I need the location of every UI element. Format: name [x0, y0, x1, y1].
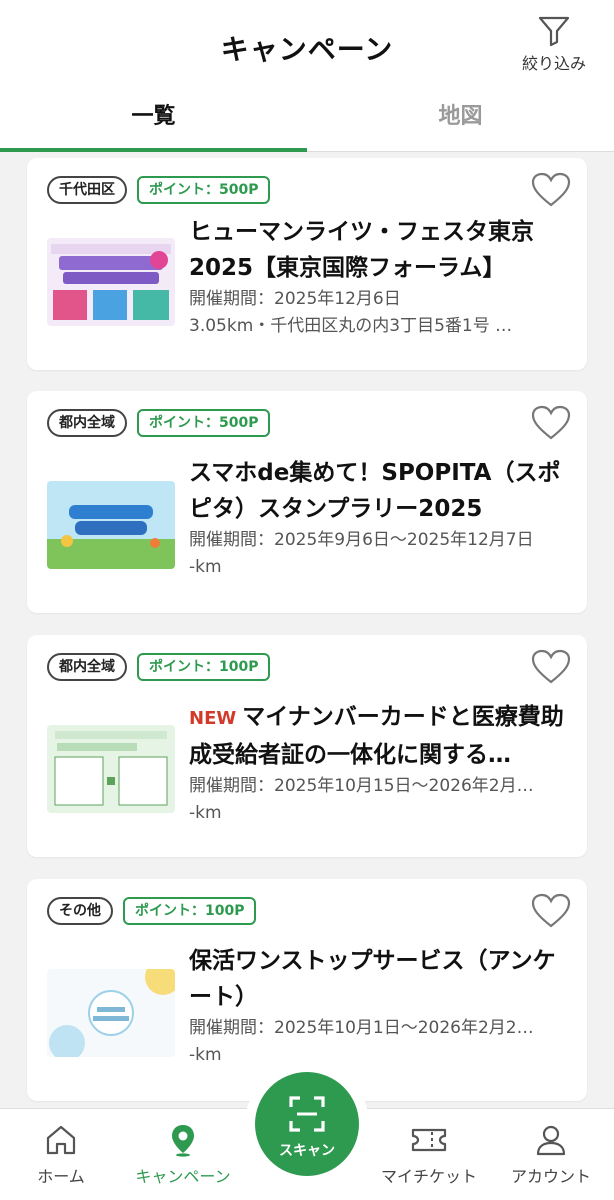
campaign-card[interactable]: 都内全域 ポイント：500P スマホde集めて！SPOPITA（スポピタ）スタン… — [27, 391, 587, 613]
scan-label: スキャン — [279, 1143, 335, 1159]
campaign-distance: -km — [189, 557, 222, 577]
points-tag: ポイント：100P — [123, 897, 257, 925]
campaign-period: 開催期間：2025年12月6日 — [189, 289, 401, 309]
campaign-period: 開催期間：2025年10月1日～2026年2月2… — [189, 1018, 534, 1038]
location-pin-icon — [172, 1125, 194, 1157]
nav-home-label: ホーム — [37, 1167, 85, 1186]
campaign-list[interactable]: 千代田区 ポイント：500P ヒューマンライツ・フェスタ東京2025【東京国際フ… — [0, 152, 614, 1108]
area-tag: その他 — [47, 897, 113, 925]
account-icon — [536, 1125, 566, 1156]
new-badge: NEW — [189, 708, 237, 729]
tab-list[interactable]: 一覧 — [0, 90, 307, 152]
scan-button[interactable]: スキャン — [255, 1072, 359, 1176]
app-header: キャンペーン 絞り込み — [0, 0, 614, 90]
filter-icon — [538, 16, 570, 47]
campaign-thumbnail-mynumber-survey — [47, 725, 175, 813]
campaign-period: 開催期間：2025年10月15日～2026年2月… — [189, 776, 534, 796]
nav-ticket[interactable]: マイチケット — [368, 1123, 490, 1187]
card-tags: その他 ポイント：100P — [47, 897, 257, 925]
filter-button[interactable]: 絞り込み — [518, 14, 590, 78]
card-tags: 千代田区 ポイント：500P — [47, 176, 271, 204]
points-tag: ポイント：500P — [137, 176, 271, 204]
card-tags: 都内全域 ポイント：500P — [47, 409, 271, 437]
campaign-title: ヒューマンライツ・フェスタ東京2025【東京国際フォーラム】 — [189, 219, 534, 281]
area-tag: 千代田区 — [47, 176, 127, 204]
campaign-distance: -km — [189, 1045, 222, 1065]
filter-label: 絞り込み — [521, 54, 586, 73]
favorite-heart-icon[interactable] — [531, 649, 571, 685]
tab-bar: 一覧 地図 — [0, 90, 614, 152]
campaign-card[interactable]: 都内全域 ポイント：100P NEW マイナンバーカードと医療費助成受給者証の一体… — [27, 635, 587, 857]
campaign-title: マイナンバーカードと医療費助成受給者証の一体化に関する… — [189, 704, 564, 768]
home-icon — [46, 1125, 76, 1155]
nav-home[interactable]: ホーム — [0, 1123, 122, 1187]
points-tag: ポイント：500P — [137, 409, 271, 437]
area-tag: 都内全域 — [47, 653, 127, 681]
favorite-heart-icon[interactable] — [531, 893, 571, 929]
nav-campaign-label: キャンペーン — [135, 1167, 231, 1186]
campaign-thumbnail-human-rights — [47, 238, 175, 326]
scan-icon — [289, 1096, 325, 1132]
campaign-period: 開催期間：2025年9月6日～2025年12月7日 — [189, 530, 534, 550]
nav-account[interactable]: アカウント — [490, 1123, 612, 1187]
campaign-distance: 3.05km・千代田区丸の内3丁目5番1号 … — [189, 316, 513, 336]
campaign-title: 保活ワンストップサービス（アンケート） — [189, 948, 556, 1010]
nav-ticket-label: マイチケット — [380, 1167, 477, 1186]
points-tag: ポイント：100P — [137, 653, 271, 681]
campaign-thumbnail-hokatsu — [47, 969, 175, 1057]
campaign-title-wrapper: NEW マイナンバーカードと医療費助成受給者証の一体化に関する… — [189, 699, 573, 773]
area-tag: 都内全域 — [47, 409, 127, 437]
nav-campaign[interactable]: キャンペーン — [122, 1123, 244, 1187]
ticket-icon — [411, 1128, 447, 1152]
campaign-thumbnail-spopita — [47, 481, 175, 569]
tab-map[interactable]: 地図 — [307, 90, 614, 152]
nav-account-label: アカウント — [510, 1167, 591, 1186]
favorite-heart-icon[interactable] — [531, 405, 571, 441]
favorite-heart-icon[interactable] — [531, 172, 571, 208]
campaign-distance: -km — [189, 803, 222, 823]
card-tags: 都内全域 ポイント：100P — [47, 653, 271, 681]
campaign-card[interactable]: 千代田区 ポイント：500P ヒューマンライツ・フェスタ東京2025【東京国際フ… — [27, 158, 587, 370]
campaign-title: スマホde集めて！SPOPITA（スポピタ）スタンプラリー2025 — [189, 460, 561, 522]
